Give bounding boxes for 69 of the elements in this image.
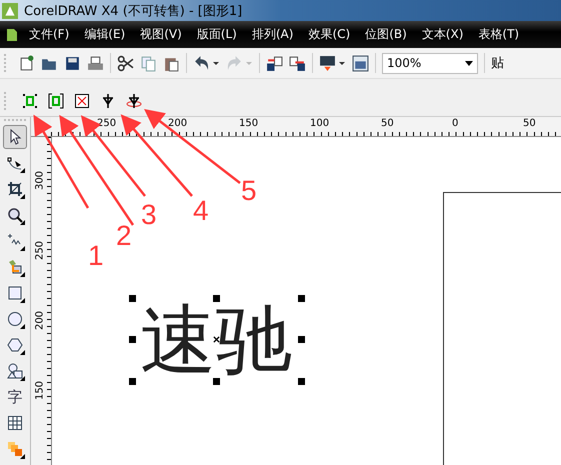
zoom-icon [7, 207, 23, 223]
table-icon [7, 415, 23, 431]
pen-node-icon[interactable] [100, 93, 116, 109]
menu-item[interactable]: 文本(X) [422, 26, 464, 43]
ruler-label: 50 [381, 118, 394, 129]
pdf-publish-icon[interactable] [319, 54, 336, 72]
caret-icon [245, 59, 253, 67]
node-curve-icon [7, 155, 23, 171]
callout-number: 4 [193, 195, 209, 227]
ruler-label: 100 [310, 118, 330, 129]
menu-item[interactable]: 排列(A) [252, 26, 294, 43]
selection-handle[interactable] [129, 295, 136, 302]
ruler-label: 250 [34, 240, 46, 260]
canvas-text[interactable]: 速驰 [140, 300, 292, 380]
delete-box-icon[interactable] [74, 93, 90, 109]
callout-number: 3 [141, 199, 157, 231]
import-icon[interactable] [266, 54, 283, 72]
ruler-label: 0 [452, 118, 458, 129]
selection-handle[interactable] [298, 295, 305, 302]
menu-item[interactable]: 文件(F) [29, 26, 70, 43]
polygon-icon [7, 337, 23, 353]
selection-handle[interactable] [129, 378, 136, 385]
ruler-label: 150 [239, 118, 258, 129]
selection-handle[interactable] [213, 378, 220, 385]
selection-handle[interactable] [298, 378, 305, 385]
menu-item[interactable]: 表格(T) [478, 26, 520, 43]
selection-handle[interactable] [298, 336, 305, 343]
caret-icon[interactable] [338, 59, 346, 67]
document-icon[interactable] [6, 28, 18, 42]
ruler-label: 150 [34, 380, 46, 400]
menu-item[interactable]: 视图(V) [140, 26, 182, 43]
selection-handle[interactable] [129, 336, 136, 343]
printer-icon[interactable] [87, 54, 104, 72]
image-window-icon[interactable] [352, 54, 369, 72]
menu-item[interactable]: 效果(C) [308, 26, 350, 43]
tool-button[interactable] [3, 125, 27, 149]
rectangle-icon [7, 285, 23, 301]
crop-icon [7, 181, 23, 197]
selection-handle[interactable] [213, 295, 220, 302]
export-icon[interactable] [289, 54, 306, 72]
ellipse-icon [7, 311, 23, 327]
ruler-label: 200 [168, 118, 188, 129]
toolbar-label[interactable]: 贴 [491, 54, 504, 72]
undo-icon[interactable] [193, 54, 210, 72]
dropdown-caret-icon [465, 59, 473, 67]
app-logo-icon [2, 2, 18, 18]
callout-number: 2 [116, 220, 132, 252]
basic-shapes-icon [7, 363, 23, 379]
menu-item[interactable]: 编辑(E) [84, 26, 126, 43]
menu-item[interactable]: 位图(B) [365, 26, 407, 43]
menu-item[interactable]: 版面(L) [196, 26, 237, 43]
callout-number: 1 [88, 240, 104, 272]
align-node-icon[interactable] [22, 93, 38, 109]
bracket-frame-icon[interactable] [48, 93, 64, 109]
ruler-label: 300 [34, 170, 46, 190]
pen-orbit-icon[interactable] [126, 93, 142, 109]
ruler-label: 50 [523, 118, 536, 129]
callout-number: 5 [241, 175, 257, 207]
blend-icon [7, 441, 23, 457]
scissors-icon[interactable] [117, 54, 134, 72]
save-icon[interactable] [64, 54, 81, 72]
zoom-dropdown[interactable]: 100% [382, 52, 478, 74]
caret-icon[interactable] [212, 59, 220, 67]
smart-fill-icon [7, 259, 23, 275]
ruler-label: 200 [34, 310, 46, 330]
tool-button[interactable]: 字 [3, 385, 27, 409]
redo-icon [226, 54, 243, 72]
new-document-icon[interactable] [18, 54, 35, 72]
window-title: CorelDRAW X4 (不可转售) - [图形1] [24, 2, 242, 20]
